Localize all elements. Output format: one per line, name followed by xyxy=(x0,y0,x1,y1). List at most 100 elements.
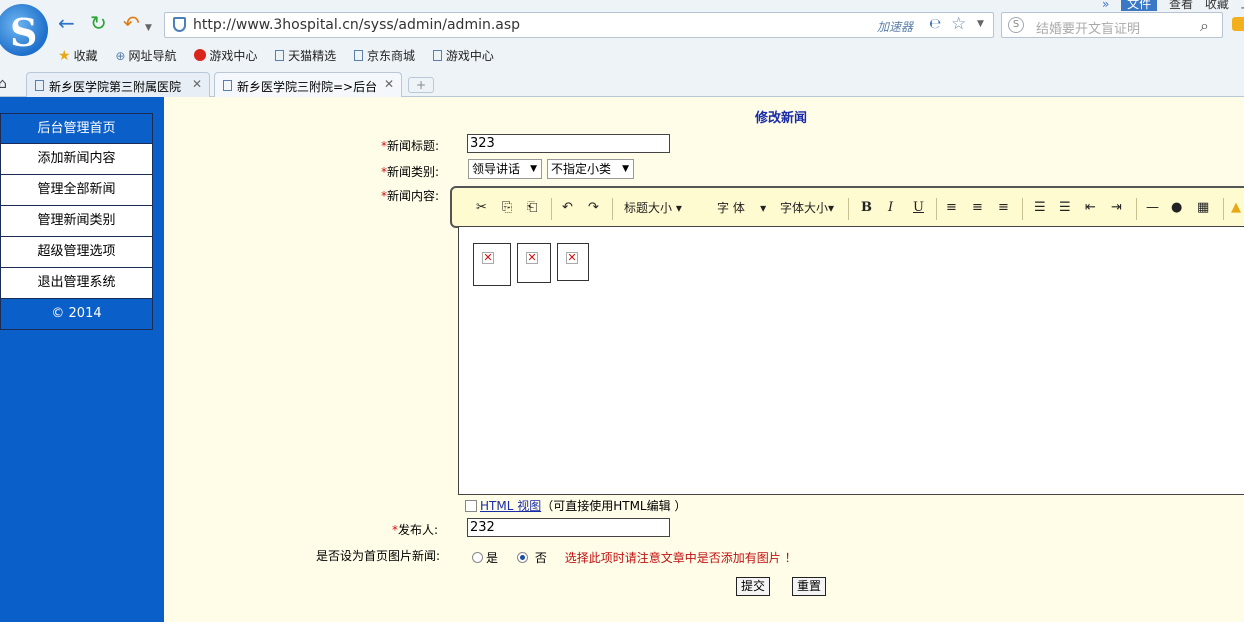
tab-title: 新乡医学院第三附属医院 xyxy=(49,80,182,94)
insert-link-icon[interactable]: ● xyxy=(1171,200,1182,216)
toolbar-divider xyxy=(936,198,937,220)
content-label: *新闻内容: xyxy=(381,189,440,203)
nav-logout[interactable]: 退出管理系统 xyxy=(0,268,153,299)
heading-size-dropdown[interactable]: 标题大小 ▾ xyxy=(624,200,682,216)
tab-hospital[interactable]: 新乡医学院第三附属医院 ✕ xyxy=(26,72,210,97)
back-arrow-icon[interactable]: ← xyxy=(58,12,75,34)
chevron-down-icon: ▼ xyxy=(622,164,629,174)
align-left-icon[interactable]: ≡ xyxy=(946,200,957,216)
favorite-star-icon[interactable]: ☆ xyxy=(951,14,966,34)
menu-chevron-icon[interactable]: » xyxy=(1102,0,1109,11)
news-title-input[interactable]: 323 xyxy=(467,134,670,153)
search-input[interactable]: 结婚要开文盲证明 xyxy=(1036,18,1140,37)
close-icon[interactable]: ✕ xyxy=(384,77,394,91)
search-box[interactable]: S 结婚要开文盲证明 ⌕ xyxy=(1001,12,1223,38)
undo-icon[interactable]: ↶ xyxy=(123,12,140,34)
nav-manage-all-news[interactable]: 管理全部新闻 xyxy=(0,175,153,206)
editor-toolbar: ✂ ⎘ ⎗ ↶ ↷ 标题大小 ▾ 字 体 ▾ 字体大小▾ B I U ≡ ≡ ≡… xyxy=(450,186,1244,228)
close-icon[interactable]: ✕ xyxy=(192,77,202,91)
broken-image[interactable]: ✕ xyxy=(473,243,511,286)
toolbar-divider xyxy=(1136,198,1137,220)
indent-icon[interactable]: ⇥ xyxy=(1111,200,1122,216)
unordered-list-icon[interactable]: ☰ xyxy=(1059,200,1071,216)
bookmark-games-2[interactable]: 游戏中心 xyxy=(432,47,494,64)
search-icon[interactable]: ⌕ xyxy=(1200,16,1209,36)
page-icon xyxy=(35,80,44,91)
html-view-note: （可直接使用HTML编辑 ） xyxy=(541,499,687,513)
category-select[interactable]: 领导讲话 ▼ xyxy=(468,159,542,179)
menu-view[interactable]: 查看 xyxy=(1169,0,1193,11)
bold-button[interactable]: B xyxy=(861,200,872,216)
bookmarks-bar: ★ 收藏 ⊕ 网址导航 游戏中心 天猫精选 京东商城 游戏中心 xyxy=(58,47,508,64)
browser-logo[interactable]: S xyxy=(0,4,48,56)
cut-icon[interactable]: ✂ xyxy=(476,200,487,216)
align-right-icon[interactable]: ≡ xyxy=(998,200,1009,216)
nav-add-news[interactable]: 添加新闻内容 xyxy=(0,144,153,175)
submit-button[interactable]: 提交 xyxy=(736,577,770,596)
broken-image-icon: ✕ xyxy=(566,251,578,264)
publisher-input[interactable]: 232 xyxy=(467,518,670,537)
editor-content-area[interactable]: ✕ ✕ ✕ xyxy=(458,226,1244,495)
toolbar-divider xyxy=(1022,198,1023,220)
radio-no[interactable] xyxy=(517,552,529,563)
redo-icon[interactable]: ↷ xyxy=(588,200,599,216)
bookmark-favorites[interactable]: ★ 收藏 xyxy=(58,47,98,64)
toolbar-divider xyxy=(848,198,849,220)
page-icon xyxy=(432,50,442,61)
underline-button[interactable]: U xyxy=(913,200,924,216)
address-bar[interactable]: http://www.3hospital.cn/syss/admin/admin… xyxy=(164,12,994,38)
address-url[interactable]: http://www.3hospital.cn/syss/admin/admin… xyxy=(193,17,520,33)
category-label: *新闻类别: xyxy=(381,165,440,179)
nav-super-admin[interactable]: 超级管理选项 xyxy=(0,237,153,268)
tab-title: 新乡医学院三附院=>后台 xyxy=(237,80,378,94)
undo-icon[interactable]: ↶ xyxy=(562,200,573,216)
bookmark-jd[interactable]: 京东商城 xyxy=(354,47,415,64)
game-icon xyxy=(194,49,207,61)
browser-menu: » 文件 查看 收藏 工具 xyxy=(1094,0,1244,12)
search-engine-icon[interactable]: S xyxy=(1008,17,1024,33)
nav-manage-categories[interactable]: 管理新闻类别 xyxy=(0,206,153,237)
menu-favorites[interactable]: 收藏 xyxy=(1205,0,1229,11)
browser-chrome: S ← ↻ ↶ ▼ http://www.3hospital.cn/syss/a… xyxy=(0,0,1244,97)
align-center-icon[interactable]: ≡ xyxy=(972,200,983,216)
bookmark-games[interactable]: 游戏中心 xyxy=(194,47,257,64)
font-dropdown[interactable]: 字 体 ▾ xyxy=(717,200,766,216)
address-dropdown-icon[interactable]: ▼ xyxy=(977,19,984,29)
highlight-color-icon[interactable]: ▲ xyxy=(1231,200,1241,216)
font-size-dropdown[interactable]: 字体大小▾ xyxy=(780,200,834,216)
bookmark-nav[interactable]: ⊕ 网址导航 xyxy=(115,47,176,64)
insert-table-icon[interactable]: ▦ xyxy=(1197,200,1209,216)
undo-dropdown-icon[interactable]: ▼ xyxy=(145,17,152,39)
html-view-link[interactable]: HTML 视图 xyxy=(480,499,541,513)
html-view-row: HTML 视图（可直接使用HTML编辑 ） xyxy=(465,497,686,514)
radio-yes[interactable] xyxy=(472,552,483,563)
subcategory-select[interactable]: 不指定小类 ▼ xyxy=(547,159,634,179)
chevron-down-icon: ▼ xyxy=(530,164,537,174)
publisher-label: *发布人: xyxy=(392,523,439,537)
ie-mode-icon[interactable]: ℮ xyxy=(929,16,941,32)
broken-image[interactable]: ✕ xyxy=(557,243,589,281)
tab-admin[interactable]: 新乡医学院三附院=>后台 ✕ xyxy=(214,72,402,97)
paste-icon[interactable]: ⎗ xyxy=(527,200,537,216)
extension-icon[interactable] xyxy=(1232,17,1244,31)
home-icon[interactable]: ⌂ xyxy=(0,76,7,92)
admin-sidebar: 后台管理首页 添加新闻内容 管理全部新闻 管理新闻类别 超级管理选项 退出管理系… xyxy=(0,97,164,622)
new-tab-button[interactable]: + xyxy=(408,77,434,93)
refresh-icon[interactable]: ↻ xyxy=(90,12,107,34)
menu-file[interactable]: 文件 xyxy=(1121,0,1158,11)
copy-icon[interactable]: ⎘ xyxy=(502,200,512,216)
italic-button[interactable]: I xyxy=(888,200,893,216)
reset-button[interactable]: 重置 xyxy=(792,577,826,596)
bookmark-tmall[interactable]: 天猫精选 xyxy=(275,47,336,64)
outdent-icon[interactable]: ⇤ xyxy=(1085,200,1096,216)
html-view-checkbox[interactable] xyxy=(465,500,477,512)
accelerator-label[interactable]: 加速器 xyxy=(877,18,913,35)
broken-image[interactable]: ✕ xyxy=(517,243,551,283)
page-icon xyxy=(354,50,363,61)
horizontal-rule-icon[interactable]: — xyxy=(1146,200,1159,216)
ordered-list-icon[interactable]: ☰ xyxy=(1034,200,1046,216)
homepage-image-radio-group: 是 否 选择此项时请注意文章中是否添加有图片 ！ xyxy=(472,549,797,566)
nav-admin-home[interactable]: 后台管理首页 xyxy=(0,113,153,144)
homepage-image-label: 是否设为首页图片新闻: xyxy=(316,549,441,563)
rich-text-editor: ✂ ⎘ ⎗ ↶ ↷ 标题大小 ▾ 字 体 ▾ 字体大小▾ B I U ≡ ≡ ≡… xyxy=(450,186,1244,495)
